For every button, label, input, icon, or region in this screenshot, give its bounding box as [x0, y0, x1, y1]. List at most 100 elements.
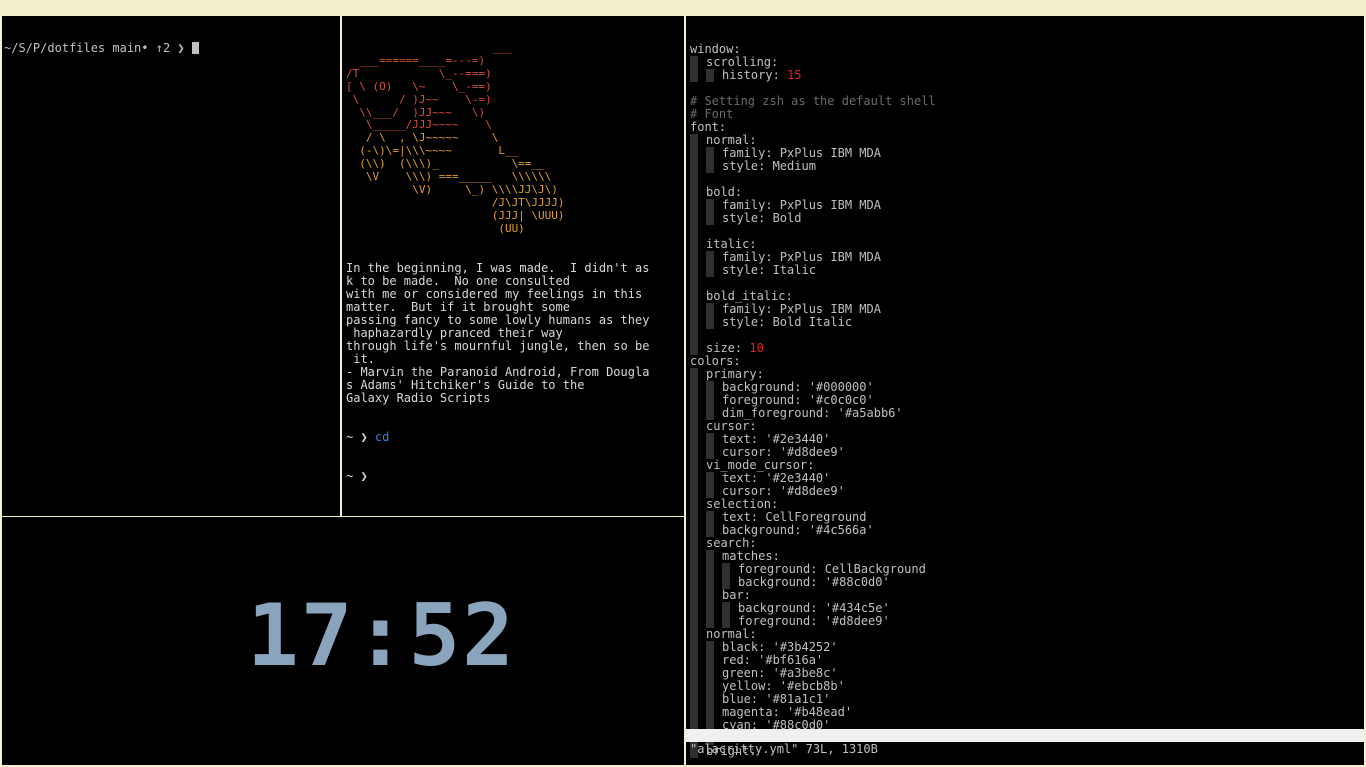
editor-line: foreground: '#d8dee9': [690, 615, 1364, 628]
editor-line: [690, 173, 1364, 186]
editor-line: style: Bold: [690, 212, 1364, 225]
editor-line-text: magenta: '#b48ead': [722, 705, 853, 719]
editor-line-text: red: '#bf616a': [722, 653, 824, 667]
editor-line: # Setting zsh as the default shell: [690, 95, 1364, 108]
editor-line-text: vi_mode_cursor:: [706, 458, 815, 472]
shell-prompt-line[interactable]: ~/S/P/dotfiles main• ↑2 ❯: [2, 42, 340, 55]
editor-line-text: foreground: '#c0c0c0': [722, 393, 874, 407]
editor-status-bar: alacritty.yml 19,10 5%: [686, 729, 1364, 765]
indent-guide: [690, 498, 698, 511]
quote-line: matter. But if it brought some: [346, 299, 570, 314]
editor-line-text: size:: [706, 341, 750, 355]
editor-line: window:: [690, 43, 1364, 56]
editor-line-text: family: PxPlus IBM MDA: [722, 250, 881, 264]
indent-guide: [706, 706, 714, 719]
editor-buffer[interactable]: window: scrolling: history: 15 # Setting zs…: [686, 42, 1364, 758]
indent-guide: [706, 680, 714, 693]
editor-line: history: 15: [690, 69, 1364, 82]
indent-guide: [690, 576, 698, 589]
editor-line: [690, 225, 1364, 238]
quote-line: k to be made. No one consulted: [346, 273, 570, 288]
indent-guide: [690, 225, 698, 238]
editor-line-text: black: '#3b4252': [722, 640, 838, 654]
indent-guide: [690, 69, 698, 82]
indent-guide: [690, 316, 698, 329]
quote-line: passing fancy to some lowly humans as th…: [346, 312, 650, 327]
editor-line-text: search:: [706, 536, 757, 550]
editor-line-text: background: '#000000': [722, 380, 874, 394]
terminal-cursor: [191, 42, 199, 54]
indent-guide: [690, 381, 698, 394]
editor-line-text: style: Italic: [722, 263, 816, 277]
editor-line-text: # Setting zsh as the default shell: [690, 94, 936, 108]
indent-guide: [690, 212, 698, 225]
quote-prompt-line-2[interactable]: ~ ❯: [342, 469, 684, 483]
editor-line: search:: [690, 537, 1364, 550]
editor-line-text: text: '#2e3440': [722, 471, 831, 485]
quote-line: Galaxy Radio Scripts: [346, 390, 491, 405]
editor-line-text: yellow: '#ebcb8b': [722, 679, 845, 693]
indent-guide: [706, 641, 714, 654]
indent-guide: [690, 264, 698, 277]
quote-line: through life's mournful jungle, then so …: [346, 338, 650, 353]
indent-guide: [690, 251, 698, 264]
editor-line-text: background: '#434c5e': [738, 601, 890, 615]
quote-line: s Adams' Hitchiker's Guide to the: [346, 377, 585, 392]
indent-guide: [690, 641, 698, 654]
editor-line-text: background: '#4c566a': [722, 523, 874, 537]
fortune-pane[interactable]: ___ ___======____=---=)/T \_--===)[ \ (O…: [342, 16, 684, 516]
quote-line: with me or considered my feelings in thi…: [346, 286, 643, 301]
clock-pane[interactable]: 17:52: [2, 517, 684, 765]
editor-line-text: normal:: [706, 133, 757, 147]
indent-guide: [690, 537, 698, 550]
indent-guide: [706, 667, 714, 680]
indent-guide: [690, 602, 698, 615]
indent-guide: [690, 589, 698, 602]
editor-line-text: style: Bold Italic: [722, 315, 853, 329]
ascii-art-line: \V) \_) \\\\JJ\J\): [346, 182, 558, 196]
indent-guide: [690, 147, 698, 160]
editor-line-text: bold_italic:: [706, 289, 793, 303]
indent-guide: [706, 433, 714, 446]
editor-line-text: green: '#a3be8c': [722, 666, 838, 680]
marvin-quote: In the beginning, I was made. I didn't a…: [342, 261, 684, 405]
vim-editor-pane[interactable]: window: scrolling: history: 15 # Setting zs…: [686, 16, 1364, 765]
indent-guide: [690, 238, 698, 251]
indent-guide: [706, 212, 714, 225]
editor-line-text: normal:: [706, 627, 757, 641]
indent-guide: [690, 394, 698, 407]
indent-guide: [690, 407, 698, 420]
editor-line-text: dim_foreground: '#a5abb6': [722, 406, 903, 420]
editor-message-line: "alacritty.yml" 73L, 1310B: [690, 742, 878, 756]
indent-guide: [690, 368, 698, 381]
indent-guide: [690, 134, 698, 147]
indent-guide: [706, 251, 714, 264]
indent-guide: [690, 680, 698, 693]
indent-guide: [690, 303, 698, 316]
quote-prompt-line-1: ~ ❯ cd: [342, 430, 684, 444]
indent-guide: [690, 706, 698, 719]
indent-guide: [706, 693, 714, 706]
editor-line-text: family: PxPlus IBM MDA: [722, 198, 881, 212]
editor-line: colors:: [690, 355, 1364, 368]
editor-line-text: background: '#88c0d0': [738, 575, 890, 589]
shell-pane[interactable]: ~/S/P/dotfiles main• ↑2 ❯: [2, 16, 340, 516]
ascii-art-line: ___======____=---=): [346, 53, 486, 67]
editor-line-text: style: Bold: [722, 211, 802, 225]
quote-line: it.: [346, 351, 375, 366]
editor-line-text: blue: '#81a1c1': [722, 692, 831, 706]
editor-line-text: primary:: [706, 367, 764, 381]
indent-guide: [706, 654, 714, 667]
indent-guide: [706, 511, 714, 524]
editor-line: font:: [690, 121, 1364, 134]
ascii-art-line: /T \_--===): [346, 66, 492, 80]
indent-guide: [706, 147, 714, 160]
indent-guide: [690, 524, 698, 537]
indent-guide: [690, 290, 698, 303]
indent-guide: [690, 199, 698, 212]
indent-guide: [690, 511, 698, 524]
editor-line-text: scrolling:: [706, 55, 779, 69]
indent-guide: [690, 56, 698, 69]
status-cursor-position: 19,10: [1218, 754, 1255, 766]
editor-line: style: Bold Italic: [690, 316, 1364, 329]
